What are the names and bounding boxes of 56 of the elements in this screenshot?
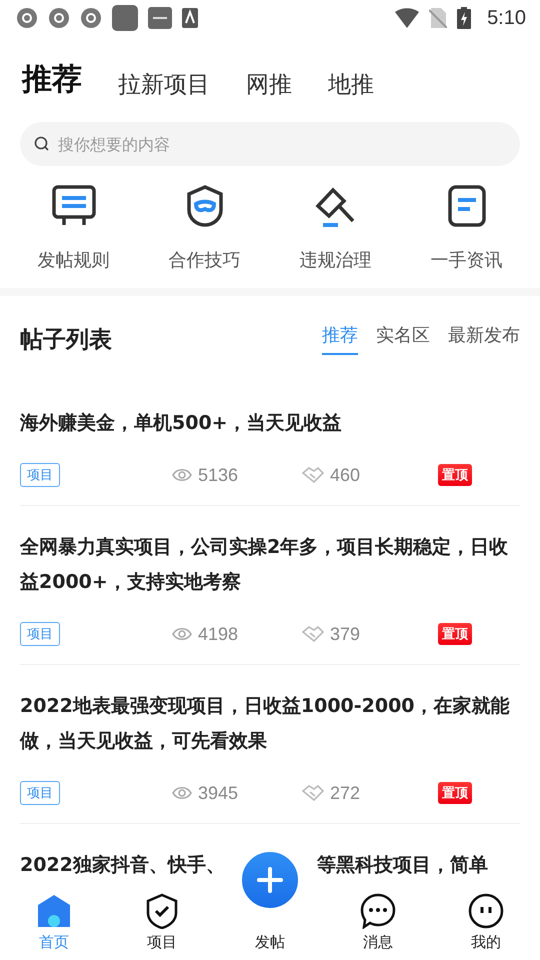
filter-tab[interactable]: 最新发布 xyxy=(448,323,520,355)
no-sim-icon xyxy=(429,8,448,28)
like-count: 460 xyxy=(330,464,360,486)
handshake-icon xyxy=(302,626,324,642)
nav-item[interactable]: 消息 xyxy=(324,893,432,952)
status-time: 5:10 xyxy=(487,6,526,30)
pinned-badge: 置顶 xyxy=(438,623,472,645)
shortcut-button[interactable]: 一手资讯 xyxy=(401,184,532,272)
battery-charging-icon xyxy=(457,7,472,29)
profile-icon xyxy=(468,893,504,929)
view-count: 4198 xyxy=(198,624,238,644)
nav-item[interactable]: 发帖 xyxy=(216,933,324,952)
post-title[interactable]: 等黑科技项目，简单 xyxy=(316,848,488,883)
post-title[interactable]: 2022独家抖音、快手、 xyxy=(20,848,225,883)
shortcut-button[interactable]: 违规治理 xyxy=(270,184,401,272)
view-count: 5136 xyxy=(198,464,238,486)
browser-icon xyxy=(16,7,38,29)
app-icon xyxy=(112,5,138,31)
shield-check-icon xyxy=(144,893,180,929)
plus-icon xyxy=(257,867,283,893)
category-tab[interactable]: 拉新项目 xyxy=(118,69,210,100)
browser-icon xyxy=(48,7,70,29)
board-icon xyxy=(52,184,96,228)
shortcut-button[interactable]: 合作技巧 xyxy=(139,184,270,272)
filter-tab[interactable]: 实名区 xyxy=(376,323,430,355)
chat-icon xyxy=(360,893,396,929)
like-count: 272 xyxy=(330,782,360,804)
pinned-badge: 置顶 xyxy=(438,464,472,486)
nav-item[interactable]: 项目 xyxy=(108,893,216,952)
list-title: 帖子列表 xyxy=(20,326,112,354)
pinned-badge: 置顶 xyxy=(438,782,472,804)
eye-icon xyxy=(172,627,192,641)
category-tab[interactable]: 地推 xyxy=(328,69,374,100)
handshake-icon xyxy=(302,785,324,801)
category-tag: 项目 xyxy=(20,781,60,805)
search-field[interactable]: 搜你想要的内容 xyxy=(20,122,520,166)
post-title[interactable]: 2022地表最强变现项目，日收益1000-2000，在家就能做，当天见收益，可先看效果 xyxy=(20,689,520,759)
category-tag: 项目 xyxy=(20,622,60,646)
category-tag: 项目 xyxy=(20,463,60,487)
app-badge-icon xyxy=(148,7,172,29)
handshake-icon xyxy=(302,467,324,483)
search-icon xyxy=(34,136,50,152)
view-count: 3945 xyxy=(198,782,238,804)
post-title[interactable]: 全网暴力真实项目，公司实操2年多，项目长期稳定，日收益2000+，支持实地考察 xyxy=(20,530,520,600)
like-count: 379 xyxy=(330,624,360,644)
keyboard-icon xyxy=(182,8,198,28)
eye-icon xyxy=(172,468,192,482)
post-title[interactable]: 海外赚美金，单机500+，当天见收益 xyxy=(20,406,520,441)
wifi-icon xyxy=(395,8,420,28)
eye-icon xyxy=(172,786,192,800)
category-tab[interactable]: 推荐 xyxy=(22,59,82,100)
shortcut-button[interactable]: 发帖规则 xyxy=(8,184,139,272)
category-tab[interactable]: 网推 xyxy=(246,69,292,100)
browser-icon xyxy=(80,7,102,29)
nav-item[interactable]: 我的 xyxy=(432,893,540,952)
home-icon xyxy=(36,893,72,929)
